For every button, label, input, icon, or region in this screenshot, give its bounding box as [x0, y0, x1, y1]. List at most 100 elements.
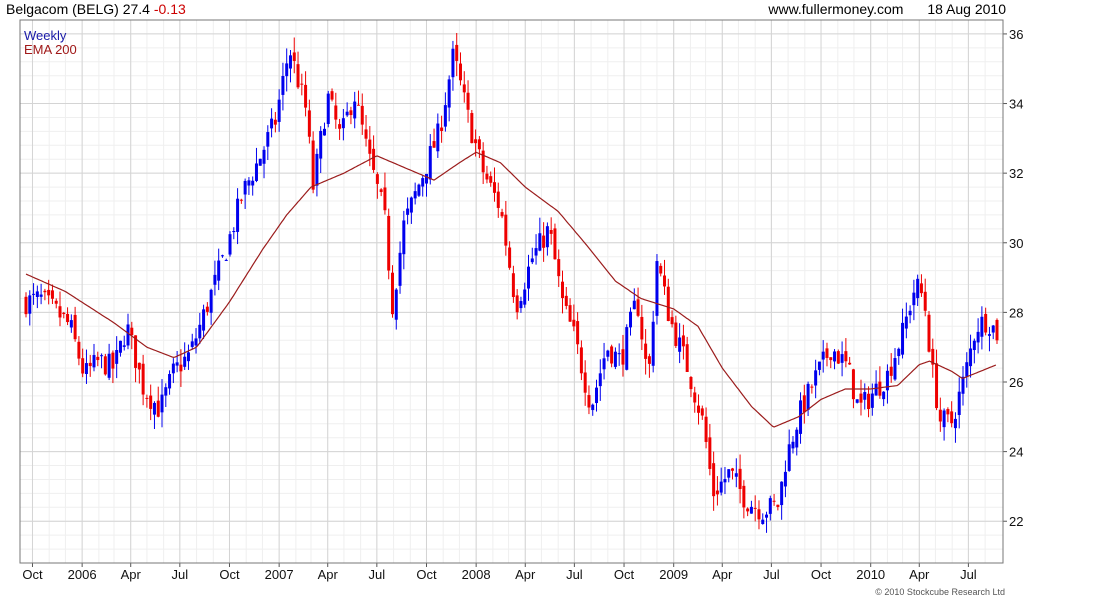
candle-body-up — [617, 353, 621, 355]
candle-body-up — [236, 198, 240, 232]
candle-body-up — [251, 180, 255, 186]
candle-body-down — [742, 485, 746, 508]
candle-body-up — [987, 334, 991, 336]
candle-body-up — [107, 353, 111, 378]
candle-body-up — [266, 132, 270, 147]
candle-body-down — [54, 300, 58, 304]
x-tick-label: Oct — [811, 567, 832, 582]
candle-body-down — [364, 129, 368, 139]
candle-body-up — [353, 101, 357, 119]
candle-body-down — [496, 191, 500, 208]
candle-body-down — [927, 314, 931, 352]
candle-body-up — [247, 180, 251, 186]
price-chart: 22 24 26 28 30 32 34 36 Oct 2006 Apr Jul Oct 2007 Apr J… — [19, 19, 1023, 582]
candle-body-down — [387, 215, 391, 271]
y-tick-label: 28 — [1009, 305, 1023, 320]
candle-body-down — [330, 91, 334, 100]
candle-body-down — [141, 363, 145, 395]
candle-body-down — [273, 119, 277, 125]
x-tick-label: Apr — [712, 567, 733, 582]
candle-body-down — [307, 110, 311, 137]
candle-body-down — [239, 199, 243, 201]
x-tick-label: Oct — [416, 567, 437, 582]
candle-body-up — [451, 48, 455, 78]
candle-body-down — [610, 346, 614, 364]
candle-body-down — [878, 381, 882, 396]
candle-body-up — [152, 402, 156, 415]
candle-body-up — [780, 481, 784, 506]
candle-body-up — [855, 399, 859, 403]
x-tick-label: 2007 — [265, 567, 294, 582]
candle-body-down — [867, 393, 871, 409]
candle-body-up — [783, 471, 787, 487]
candle-body-up — [220, 255, 224, 257]
candle-body-up — [817, 361, 821, 370]
x-tick-label: Jul — [172, 567, 189, 582]
candle-body-up — [727, 469, 731, 478]
candle-body-up — [394, 289, 398, 320]
candle-body-down — [572, 319, 576, 327]
candle-body-up — [243, 180, 247, 195]
candle-body-up — [171, 363, 175, 374]
candle-body-up — [262, 149, 266, 164]
candle-body-down — [663, 275, 667, 287]
candle-body-up — [863, 392, 867, 400]
candle-body-up — [190, 341, 194, 347]
candle-body-down — [647, 356, 651, 364]
candle-body-up — [319, 130, 323, 159]
candle-body-down — [689, 376, 693, 390]
candle-body-down — [481, 150, 485, 173]
candle-body-down — [553, 228, 557, 260]
candle-body-down — [81, 358, 85, 374]
candle-body-up — [424, 173, 428, 184]
candle-body-up — [961, 376, 965, 394]
candle-body-down — [477, 139, 481, 150]
candle-body-down — [379, 189, 383, 193]
candle-body-up — [768, 498, 772, 514]
candle-body-down — [58, 306, 62, 318]
candle-body-up — [406, 208, 410, 215]
y-tick-label: 30 — [1009, 236, 1023, 251]
candle-body-down — [372, 148, 376, 170]
candle-body-down — [757, 509, 761, 520]
x-tick-label: Oct — [614, 567, 635, 582]
x-tick-label: 2010 — [856, 567, 885, 582]
x-tick-label: Apr — [121, 567, 142, 582]
candle-body-up — [969, 348, 973, 367]
candle-body-up — [326, 93, 330, 124]
candle-body-down — [712, 463, 716, 497]
x-tick-label: Apr — [515, 567, 536, 582]
candle-body-up — [447, 79, 451, 108]
candle-body-up — [912, 292, 916, 306]
candle-body-down — [995, 319, 999, 341]
candle-body-up — [791, 441, 795, 449]
candle-body-up — [625, 327, 629, 370]
candle-body-up — [118, 340, 122, 353]
candle-body-down — [62, 312, 66, 315]
candle-body-down — [96, 356, 100, 361]
candle-body-up — [413, 191, 417, 199]
candle-body-up — [345, 111, 349, 116]
candle-body-up — [976, 331, 980, 343]
candle-body-up — [428, 146, 432, 180]
y-tick-label: 26 — [1009, 375, 1023, 390]
candle-body-down — [383, 187, 387, 211]
candle-body-up — [870, 393, 874, 408]
candle-body-up — [519, 301, 523, 309]
candle-body-down — [311, 140, 315, 190]
candle-body-up — [980, 316, 984, 337]
candle-body-down — [576, 321, 580, 345]
candle-body-down — [508, 247, 512, 268]
x-tick-label: 2006 — [68, 567, 97, 582]
candle-body-up — [322, 128, 326, 136]
legend-ema: EMA 200 — [24, 42, 77, 57]
candle-body-down — [103, 356, 107, 375]
candle-body-up — [228, 234, 232, 255]
candle-body-up — [821, 351, 825, 360]
x-tick-label: 2008 — [462, 567, 491, 582]
x-tick-label: Jul — [566, 567, 583, 582]
candle-body-up — [765, 514, 769, 518]
candle-body-up — [164, 387, 168, 396]
candle-body-down — [375, 174, 379, 184]
candle-body-up — [632, 300, 636, 310]
